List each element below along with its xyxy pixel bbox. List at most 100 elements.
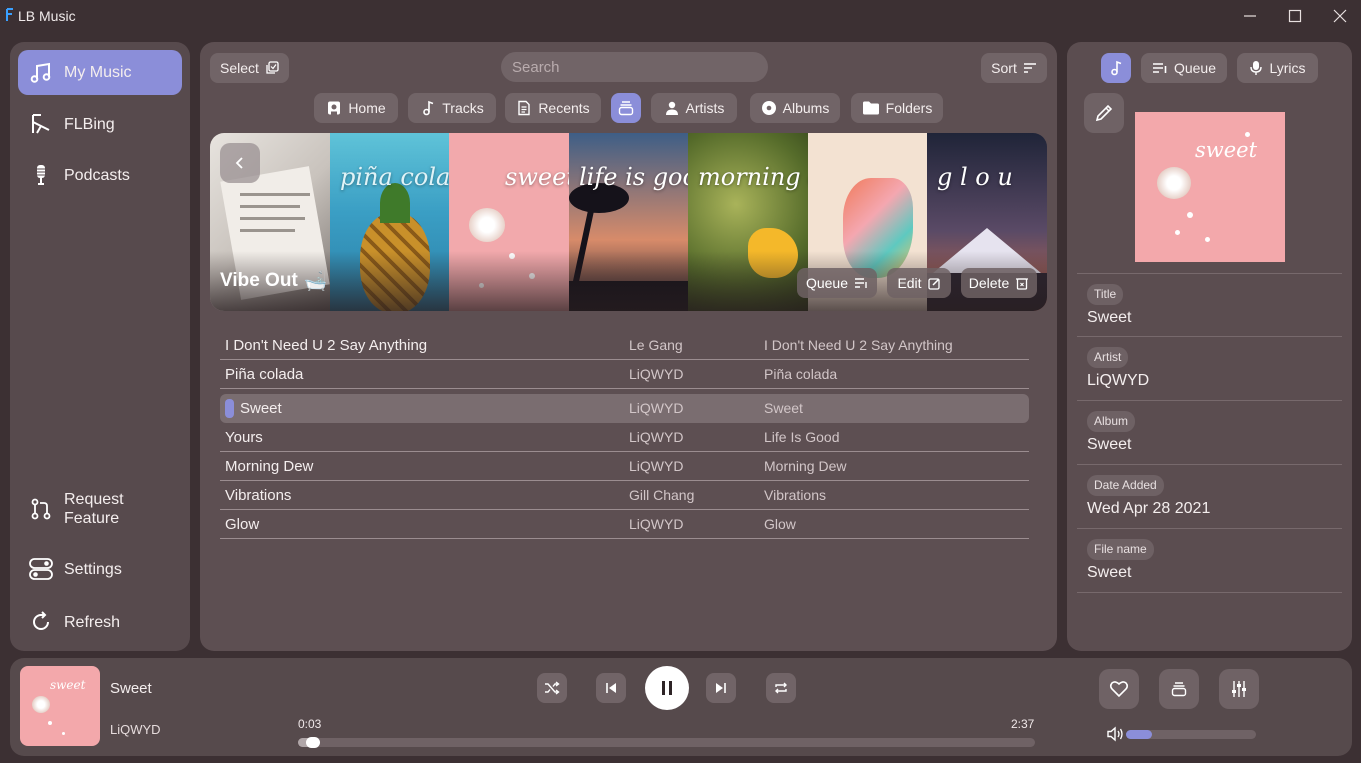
track-album: Life Is Good	[764, 429, 840, 445]
repeat-button[interactable]	[766, 673, 796, 703]
select-multiple-icon	[266, 61, 279, 74]
now-playing-indicator	[225, 399, 234, 418]
tab-recents[interactable]: Recents	[505, 93, 601, 123]
track-title: Yours	[225, 429, 263, 446]
track-row[interactable]: Glow LiQWYD Glow	[220, 510, 1029, 539]
seek-handle[interactable]	[305, 737, 320, 748]
track-row[interactable]: Yours LiQWYD Life Is Good	[220, 423, 1029, 452]
track-artist: LiQWYD	[629, 429, 684, 445]
tab-label: Tracks	[442, 100, 484, 116]
tab-albums[interactable]: Albums	[750, 93, 840, 123]
tab-tracks[interactable]: Tracks	[408, 93, 496, 123]
queue-icon	[855, 278, 867, 288]
track-row[interactable]: Vibrations Gill Chang Vibrations	[220, 481, 1029, 510]
add-to-playlist-button[interactable]	[1159, 669, 1199, 709]
tab-now-playing[interactable]	[1101, 53, 1131, 83]
tab-lyrics[interactable]: Lyrics	[1237, 53, 1318, 83]
player-track-artist: LiQWYD	[110, 722, 161, 737]
sidebar-item-settings[interactable]: Settings	[18, 547, 182, 591]
track-row[interactable]: Morning Dew LiQWYD Morning Dew	[220, 452, 1029, 481]
favorite-button[interactable]	[1099, 669, 1139, 709]
track-row[interactable]: I Don't Need U 2 Say Anything Le Gang I …	[220, 331, 1029, 360]
track-title: Glow	[225, 516, 260, 533]
sort-button[interactable]: Sort	[981, 53, 1047, 83]
back-button[interactable]	[220, 143, 260, 183]
shuffle-button[interactable]	[537, 673, 567, 703]
sidebar: My Music FLBing Podcasts Request Feature…	[10, 42, 190, 651]
track-title: Morning Dew	[225, 458, 314, 475]
info-artist: Artist LiQWYD	[1077, 337, 1342, 401]
edit-track-button[interactable]	[1084, 93, 1124, 133]
volume-button[interactable]	[1106, 726, 1124, 742]
edit-playlist-button[interactable]: Edit	[887, 268, 951, 298]
tab-artists[interactable]: Artists	[651, 93, 737, 123]
playlist-icon	[1171, 682, 1187, 697]
info-label: Album	[1087, 411, 1136, 432]
equalizer-button[interactable]	[1219, 669, 1259, 709]
track-title: Piña colada	[225, 366, 304, 383]
tab-home[interactable]: Home	[314, 93, 398, 123]
track-title: I Don't Need U 2 Say Anything	[225, 337, 428, 354]
info-album: Album Sweet	[1077, 401, 1342, 465]
sidebar-item-refresh[interactable]: Refresh	[18, 600, 182, 644]
sidebar-item-my-music[interactable]: My Music	[18, 50, 182, 95]
delete-label: Delete	[968, 275, 1010, 291]
queue-playlist-button[interactable]: Queue	[797, 268, 877, 298]
delete-playlist-button[interactable]: Delete	[961, 268, 1037, 298]
note-icon	[1111, 60, 1122, 76]
track-row-playing[interactable]: Sweet LiQWYD Sweet	[220, 394, 1029, 423]
info-value: Sweet	[1087, 309, 1132, 326]
tile-text: sweet	[505, 163, 569, 191]
pause-icon	[662, 681, 672, 695]
tab-label: Lyrics	[1269, 60, 1306, 76]
tab-queue[interactable]: Queue	[1141, 53, 1227, 83]
select-button[interactable]: Select	[210, 53, 289, 83]
close-window-button[interactable]	[1317, 0, 1361, 32]
app-title: LB Music	[18, 8, 76, 24]
sort-label: Sort	[991, 60, 1017, 76]
cover-text: sweet	[50, 678, 86, 692]
sidebar-item-label: Refresh	[64, 613, 121, 631]
title-bar: LB Music	[0, 0, 1361, 32]
playlist-title: Vibe Out 🛁	[220, 269, 327, 293]
sidebar-item-podcasts[interactable]: Podcasts	[18, 153, 182, 197]
tab-label: Artists	[685, 100, 725, 116]
info-date-added: Date Added Wed Apr 28 2021	[1077, 465, 1342, 529]
track-album: Morning Dew	[764, 458, 847, 474]
track-artist: LiQWYD	[629, 516, 684, 532]
home-icon	[328, 101, 341, 115]
seek-bar[interactable]	[298, 737, 1035, 748]
search-input[interactable]: Search	[501, 52, 768, 82]
minimize-icon	[1244, 15, 1256, 17]
playlist-name: Vibe Out	[220, 270, 298, 291]
document-icon	[518, 100, 531, 116]
tab-playlists[interactable]	[611, 93, 641, 123]
sidebar-item-flbing[interactable]: FLBing	[18, 102, 182, 146]
tab-folders[interactable]: Folders	[851, 93, 943, 123]
trash-icon	[1016, 277, 1029, 290]
track-album: Glow	[764, 516, 796, 532]
play-pause-button[interactable]	[645, 666, 689, 710]
folder-icon	[862, 101, 879, 115]
info-value: Sweet	[1087, 564, 1132, 581]
info-value: LiQWYD	[1087, 372, 1150, 389]
minimize-button[interactable]	[1227, 0, 1273, 32]
sidebar-item-label: My Music	[64, 64, 132, 81]
player-track-title: Sweet	[110, 680, 152, 697]
edit-icon	[927, 277, 940, 290]
now-playing-panel: Queue Lyrics sweet Title Sweet Artist Li…	[1067, 42, 1352, 651]
heart-icon	[1109, 681, 1129, 698]
sidebar-item-request-feature[interactable]: Request Feature	[18, 487, 182, 531]
volume-slider[interactable]	[1126, 730, 1256, 739]
player-bar: sweet Sweet LiQWYD 0:03 2:37	[10, 658, 1352, 756]
info-label: File name	[1087, 539, 1154, 560]
track-album: Vibrations	[764, 487, 827, 503]
maximize-button[interactable]	[1272, 0, 1318, 32]
next-button[interactable]	[706, 673, 736, 703]
skip-previous-icon	[606, 683, 616, 693]
track-row[interactable]: Piña colada LiQWYD Piña colada	[220, 360, 1029, 389]
previous-button[interactable]	[596, 673, 626, 703]
queue-icon	[1152, 63, 1167, 73]
track-artist: Le Gang	[629, 337, 683, 353]
tab-label: Albums	[782, 100, 830, 116]
